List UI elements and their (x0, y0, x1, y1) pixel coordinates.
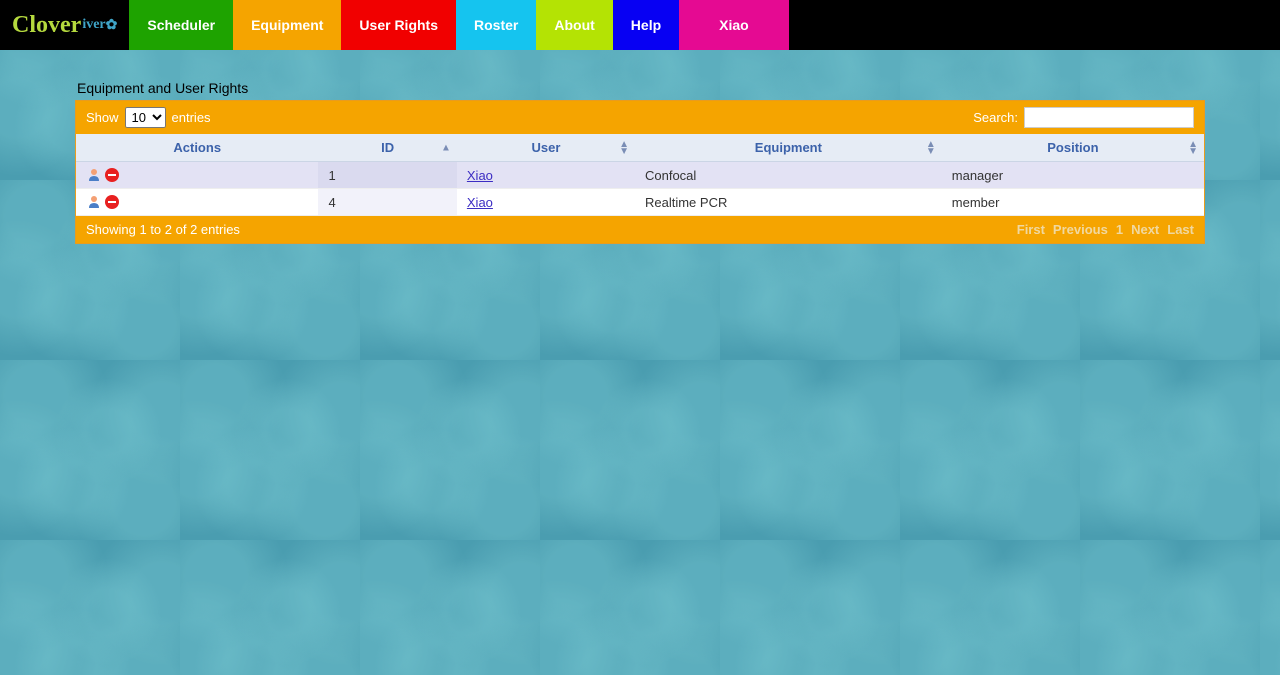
sort-both-icon: ▲▼ (619, 141, 629, 155)
length-select[interactable]: 10 (125, 107, 166, 128)
col-user[interactable]: User▲▼ (457, 134, 635, 162)
show-label: Show (86, 110, 119, 125)
edit-user-icon[interactable] (86, 194, 102, 210)
search-input[interactable] (1024, 107, 1194, 128)
col-equipment[interactable]: Equipment▲▼ (635, 134, 942, 162)
cell-position: manager (942, 162, 1204, 189)
logo[interactable]: Cloveriver✿ (0, 0, 129, 50)
logo-sub: iver (82, 17, 105, 33)
nav-roster[interactable]: Roster (456, 0, 536, 50)
sort-both-icon: ▲▼ (1188, 141, 1198, 155)
clover-icon: ✿ (106, 17, 118, 34)
cell-equipment: Realtime PCR (635, 189, 942, 216)
table-row: 4 Xiao Realtime PCR member (76, 189, 1204, 216)
col-actions: Actions (76, 134, 318, 162)
nav-about[interactable]: About (536, 0, 612, 50)
sort-asc-icon: ▲ (441, 144, 451, 151)
page-number[interactable]: 1 (1116, 222, 1123, 237)
delete-icon[interactable] (104, 194, 120, 210)
pagination: First Previous 1 Next Last (1017, 222, 1194, 237)
user-link[interactable]: Xiao (467, 168, 493, 183)
table-footer-bar: Showing 1 to 2 of 2 entries First Previo… (76, 216, 1204, 243)
data-table: Actions ID▲ User▲▼ Equipment▲▼ Position▲… (76, 134, 1204, 216)
nav-equipment[interactable]: Equipment (233, 0, 341, 50)
nav-current-user[interactable]: Xiao (679, 0, 789, 50)
navbar: Cloveriver✿ Scheduler Equipment User Rig… (0, 0, 1280, 50)
page-first[interactable]: First (1017, 222, 1045, 237)
table-wrapper: Show 10 entries Search: Actions ID▲ User… (75, 100, 1205, 244)
cell-equipment: Confocal (635, 162, 942, 189)
nav-scheduler[interactable]: Scheduler (129, 0, 233, 50)
sort-both-icon: ▲▼ (926, 141, 936, 155)
page-previous[interactable]: Previous (1053, 222, 1108, 237)
content: Equipment and User Rights Show 10 entrie… (65, 80, 1215, 244)
search-label: Search: (973, 110, 1018, 125)
page-next[interactable]: Next (1131, 222, 1159, 237)
page-title: Equipment and User Rights (75, 80, 1205, 96)
delete-icon[interactable] (104, 167, 120, 183)
edit-user-icon[interactable] (86, 167, 102, 183)
cell-id: 4 (318, 189, 456, 216)
table-info: Showing 1 to 2 of 2 entries (86, 222, 240, 237)
col-id[interactable]: ID▲ (318, 134, 456, 162)
table-row: 1 Xiao Confocal manager (76, 162, 1204, 189)
entries-label: entries (172, 110, 211, 125)
nav-user-rights[interactable]: User Rights (341, 0, 456, 50)
user-link[interactable]: Xiao (467, 195, 493, 210)
logo-main: Clover (12, 12, 81, 39)
cell-position: member (942, 189, 1204, 216)
nav-help[interactable]: Help (613, 0, 679, 50)
search-box: Search: (973, 107, 1194, 128)
table-header-bar: Show 10 entries Search: (76, 101, 1204, 134)
show-entries-control: Show 10 entries (86, 107, 211, 128)
col-position[interactable]: Position▲▼ (942, 134, 1204, 162)
cell-id: 1 (318, 162, 456, 189)
page-last[interactable]: Last (1167, 222, 1194, 237)
